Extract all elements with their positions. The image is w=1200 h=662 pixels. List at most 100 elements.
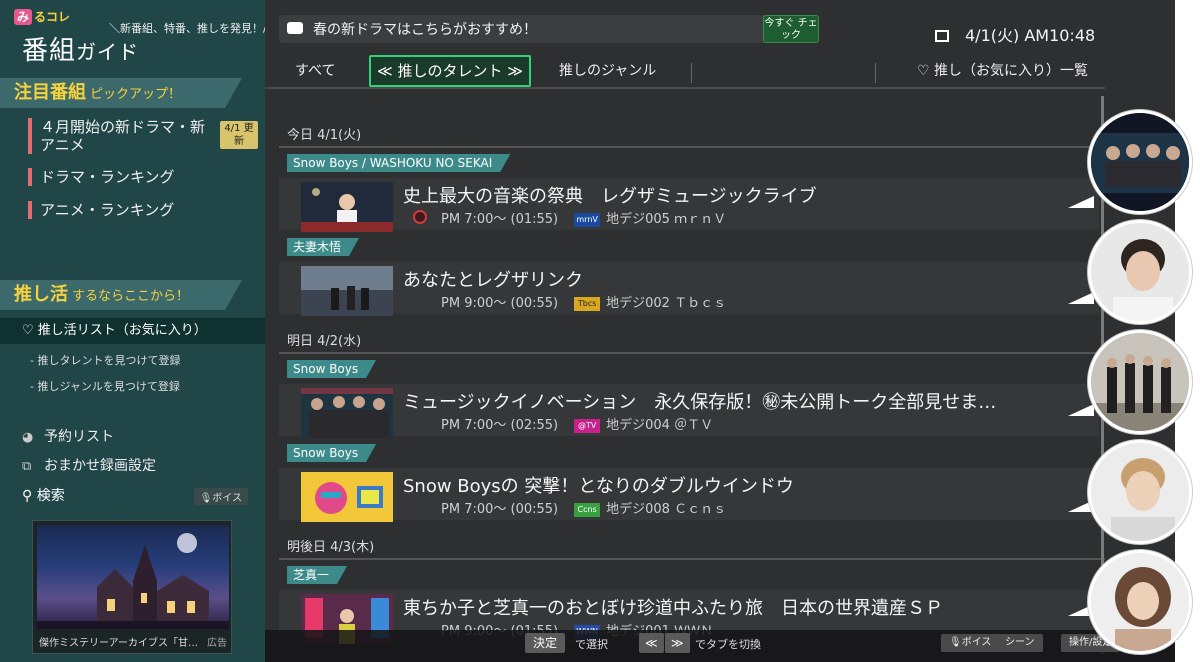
ad-title: 傑作ミステリーアーカイブス「甘… bbox=[39, 638, 198, 649]
program-row[interactable]: Snow Boysの 突撃！となりのダブルウインドウ PM 7:00～ (00:… bbox=[279, 468, 1099, 522]
program-thumbnail bbox=[301, 266, 393, 316]
voice-button-label: ボイス bbox=[961, 637, 992, 648]
bubble-tail bbox=[1068, 404, 1094, 416]
message-icon bbox=[287, 22, 303, 34]
channel-logo: Tbcs bbox=[574, 297, 601, 311]
tab-underline bbox=[265, 87, 1105, 89]
date-divider bbox=[279, 558, 1105, 560]
logo-mi: み bbox=[14, 9, 33, 25]
search-icon: ⚲ bbox=[22, 488, 33, 504]
tab-separator bbox=[875, 63, 876, 83]
scene-button[interactable]: シーン bbox=[997, 634, 1043, 652]
pickup-item-drama-ranking[interactable]: ドラマ・ランキング bbox=[28, 168, 256, 186]
program-time: PM 9:00～ (00:55) bbox=[441, 296, 559, 311]
pickup-subheading: ピックアップ！ bbox=[90, 87, 182, 102]
concert-thumbnail bbox=[301, 182, 393, 232]
program-meta: PM 7:00～ (00:55) Ccns 地デジ008 Ｃｃｎｓ bbox=[441, 498, 726, 517]
oshi-subheading: するならここから！ bbox=[72, 289, 190, 304]
program-time: PM 7:00～ (02:55) bbox=[441, 418, 559, 433]
reservation-list[interactable]: ◕ 予約リスト bbox=[22, 427, 114, 447]
pickup-item-anime-ranking[interactable]: アニメ・ランキング bbox=[28, 201, 256, 219]
datetime-text: 4/1(火) AM10:48 bbox=[965, 26, 1096, 45]
right-rail bbox=[1175, 0, 1200, 662]
talent-avatar-man[interactable] bbox=[1088, 220, 1192, 324]
ok-hint: で選択 bbox=[575, 638, 608, 651]
pickup-heading: 注目番組 bbox=[14, 82, 86, 103]
band-thumbnail bbox=[301, 388, 393, 438]
search-bar[interactable]: ⚲ 検索 🎙ボイス bbox=[14, 486, 250, 506]
voice-search-button[interactable]: 🎙ボイス bbox=[193, 488, 248, 505]
record-reserved-icon bbox=[413, 210, 427, 224]
microphone-icon: 🎙 bbox=[199, 493, 213, 504]
voice-label: ボイス bbox=[212, 493, 242, 504]
ad-image bbox=[37, 525, 229, 629]
ad-label: 広告 bbox=[207, 638, 227, 649]
talent-tag: 芝真一 bbox=[287, 566, 347, 584]
notice-text: 春の新ドラマはこちらがおすすめ！ bbox=[313, 22, 537, 38]
tab-genre[interactable]: 推しのジャンル bbox=[559, 55, 656, 87]
program-row[interactable]: あなたとレグザリンク PM 9:00～ (00:55) Tbcs 地デジ002 Ｔｂ… bbox=[279, 262, 1099, 316]
oshi-section-header: 推し活 するならここから！ bbox=[0, 280, 242, 310]
channel-logo: @TV bbox=[574, 419, 601, 433]
ok-key[interactable]: 決定 bbox=[525, 633, 566, 653]
tab-separator bbox=[691, 63, 692, 83]
oshi-favorite-list[interactable]: ♡ 推し活リスト（お気に入り） bbox=[0, 318, 265, 344]
logo-title-small: ガイド bbox=[76, 40, 140, 64]
record-settings-icon: ⧉ bbox=[22, 459, 32, 474]
check-now-button[interactable]: 今すぐ チェック bbox=[763, 15, 819, 43]
notice-bar[interactable]: 春の新ドラマはこちらがおすすめ！ 今すぐ チェック bbox=[279, 15, 819, 43]
talent-avatar-woman[interactable] bbox=[1088, 550, 1192, 654]
search-text: 検索 bbox=[36, 488, 65, 504]
channel-logo: mrnV bbox=[574, 213, 601, 227]
talent-avatar-boy[interactable] bbox=[1088, 440, 1192, 544]
logo-title-main: 番組 bbox=[22, 36, 77, 66]
pickup-item-new-drama[interactable]: ４月開始の新ドラマ・新アニメ bbox=[28, 118, 208, 154]
prev-tab-key[interactable]: ≪ bbox=[639, 633, 664, 653]
logo-rukore: るコレ bbox=[34, 10, 71, 24]
bubble-tail bbox=[1068, 292, 1094, 304]
program-meta: PM 7:00～ (02:55) @TV 地デジ004 ＠ＴＶ bbox=[441, 414, 713, 433]
talent-tag: 夫妻木悟 bbox=[287, 238, 359, 256]
date-header-day-after: 明後日 4/3(木) bbox=[287, 540, 375, 555]
microphone-icon: 🎙 bbox=[949, 637, 962, 648]
find-talent-link[interactable]: - 推しタレントを見つけて登録 bbox=[30, 352, 180, 368]
program-row[interactable]: ミュージックイノベーション 永久保存版！㊙未公開トーク全部見せま… PM 7:0… bbox=[279, 384, 1099, 438]
date-divider bbox=[279, 146, 1105, 148]
next-tab-key[interactable]: ≫ bbox=[665, 633, 690, 653]
talent-avatar-group[interactable] bbox=[1088, 110, 1192, 214]
update-badge: 4/1 更新 bbox=[220, 121, 258, 149]
church-illustration bbox=[37, 533, 229, 629]
find-genre-link[interactable]: - 推しジャンルを見つけて登録 bbox=[30, 378, 180, 394]
pc-icon bbox=[935, 30, 949, 42]
date-divider bbox=[279, 352, 1105, 354]
talent-tag: Snow Boys bbox=[287, 444, 376, 462]
program-thumbnail bbox=[301, 388, 393, 438]
oshi-heading: 推し活 bbox=[14, 284, 68, 305]
search-label: ⚲ 検索 bbox=[22, 486, 65, 506]
auto-record-settings[interactable]: ⧉ おまかせ録画設定 bbox=[22, 456, 156, 476]
logo-mark: みるコレ bbox=[14, 8, 70, 25]
program-row[interactable]: 史上最大の音楽の祭典 レグザミュージックライブ PM 7:00～ (01:55)… bbox=[279, 178, 1099, 232]
program-thumbnail bbox=[301, 472, 393, 522]
program-time: PM 7:00～ (01:55) bbox=[441, 212, 559, 227]
pickup-section-header: 注目番組 ピックアップ！ bbox=[0, 78, 242, 108]
channel-logo: Ccns bbox=[574, 503, 601, 517]
program-title: ミュージックイノベーション 永久保存版！㊙未公開トーク全部見せま… bbox=[403, 392, 997, 413]
popart-thumbnail bbox=[301, 472, 393, 522]
program-thumbnail bbox=[301, 182, 393, 232]
voice-button[interactable]: 🎙ボイス bbox=[941, 634, 1000, 652]
date-header-today: 今日 4/1(火) bbox=[287, 128, 362, 143]
ad-banner[interactable]: 広告 傑作ミステリーアーカイブス「甘… bbox=[32, 520, 232, 654]
talent-tag: Snow Boys bbox=[287, 360, 376, 378]
tab-all[interactable]: すべて bbox=[295, 55, 335, 87]
main-panel: 春の新ドラマはこちらがおすすめ！ 今すぐ チェック 4/1(火) AM10:48… bbox=[265, 0, 1175, 662]
sidebar: みるコレ 番組ガイド ＼新番組、特番、推しを発見！/ 注目番組 ピックアップ！ ４… bbox=[0, 0, 267, 662]
program-channel: 地デジ005 ｍｒｎＶ bbox=[606, 212, 727, 227]
program-title: あなたとレグザリンク bbox=[403, 270, 583, 291]
program-title: 東ちか子と芝真一のおとぼけ珍道中ふたり旅 日本の世界遺産ＳＰ bbox=[403, 598, 943, 619]
talent-avatar-band[interactable] bbox=[1088, 330, 1192, 434]
tab-favorites[interactable]: ♡ 推し（お気に入り）一覧 bbox=[917, 55, 1088, 87]
datetime-display: 4/1(火) AM10:48 bbox=[935, 22, 1095, 46]
ad-caption: 広告 傑作ミステリーアーカイブス「甘… bbox=[39, 634, 227, 649]
tab-talent[interactable]: ≪ 推しのタレント ≫ bbox=[369, 55, 531, 87]
